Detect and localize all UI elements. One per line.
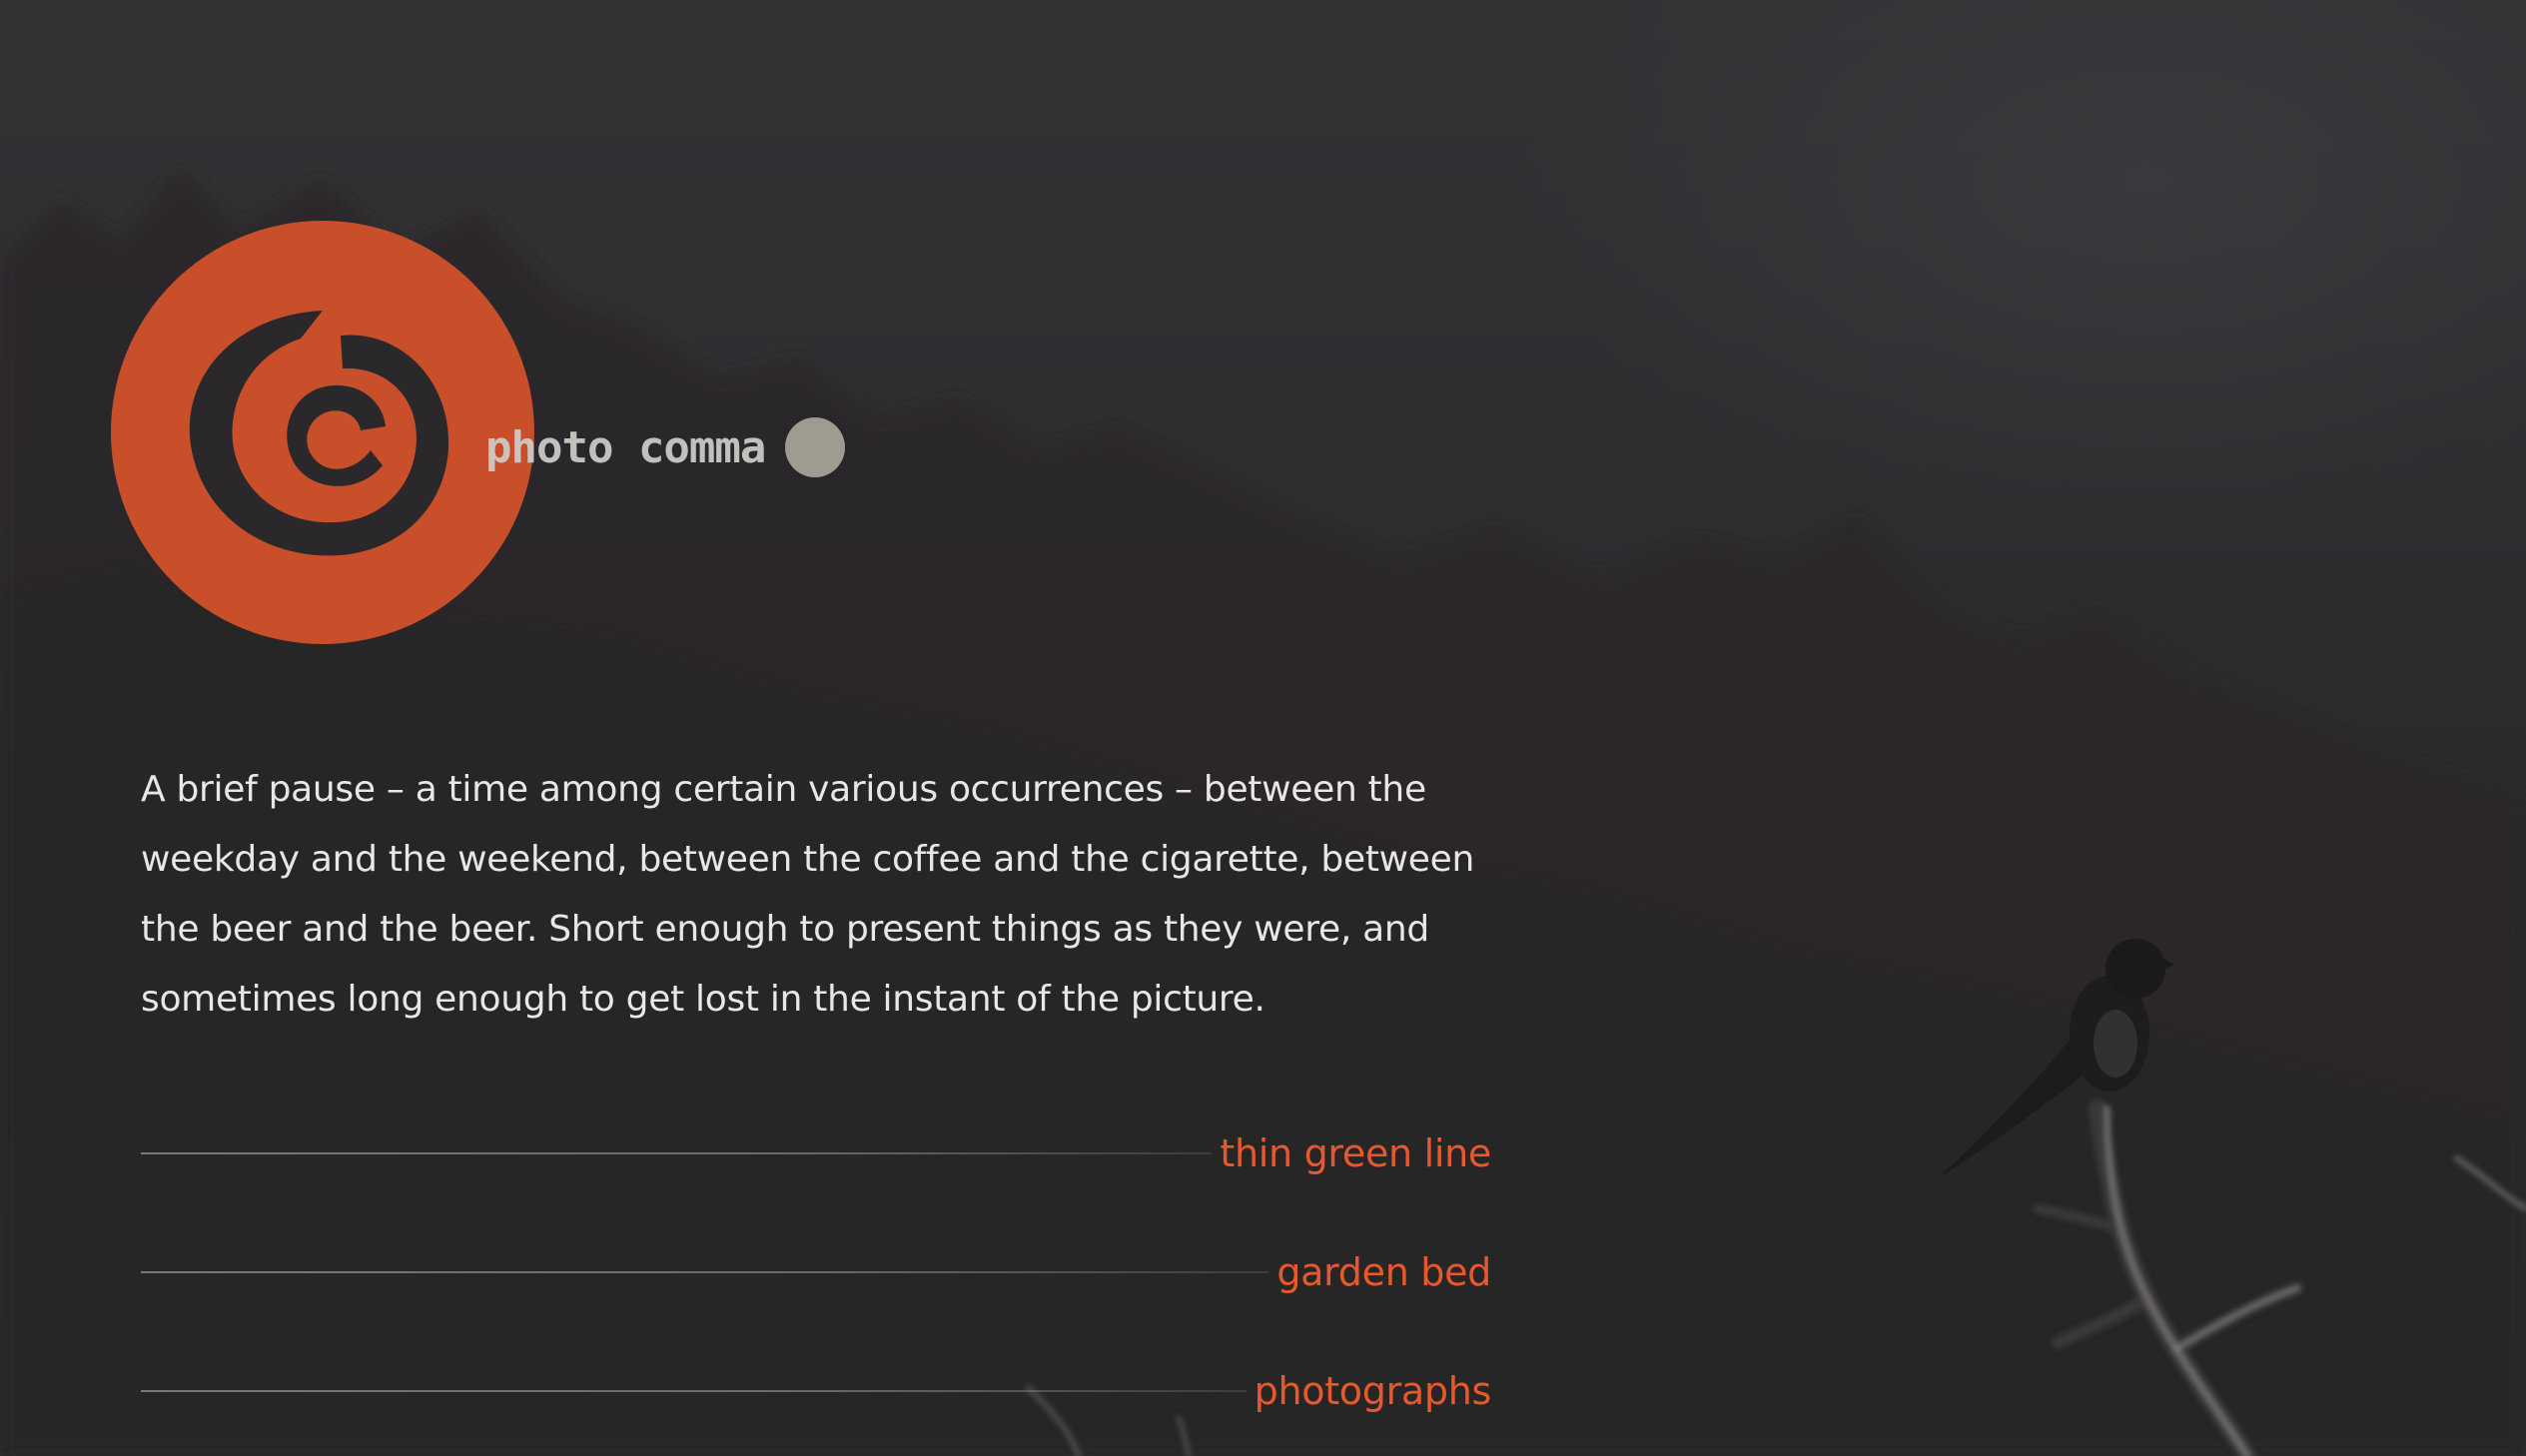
nav-item-thin-green-line: thin green line (141, 1123, 1491, 1183)
spiral-comma-icon[interactable] (111, 221, 535, 645)
brand-dot-icon (785, 417, 846, 477)
nav-link-photographs[interactable]: photographs (1255, 1369, 1492, 1413)
brand[interactable]: photo comma (485, 417, 846, 477)
nav-divider (141, 1152, 1213, 1154)
brand-name[interactable]: photo comma (485, 422, 766, 473)
nav-divider (141, 1271, 1269, 1273)
nav-item-photographs: photographs (141, 1361, 1491, 1421)
section-nav: thin green line garden bed photographs (141, 1123, 1491, 1456)
intro-text: A brief pause – a time among certain var… (141, 769, 1474, 1020)
page: photo comma A brief pause – a time among… (0, 0, 2526, 1456)
nav-item-garden-bed: garden bed (141, 1242, 1491, 1302)
nav-link-garden-bed[interactable]: garden bed (1276, 1250, 1491, 1294)
nav-link-thin-green-line[interactable]: thin green line (1220, 1131, 1491, 1175)
nav-divider (141, 1390, 1247, 1392)
